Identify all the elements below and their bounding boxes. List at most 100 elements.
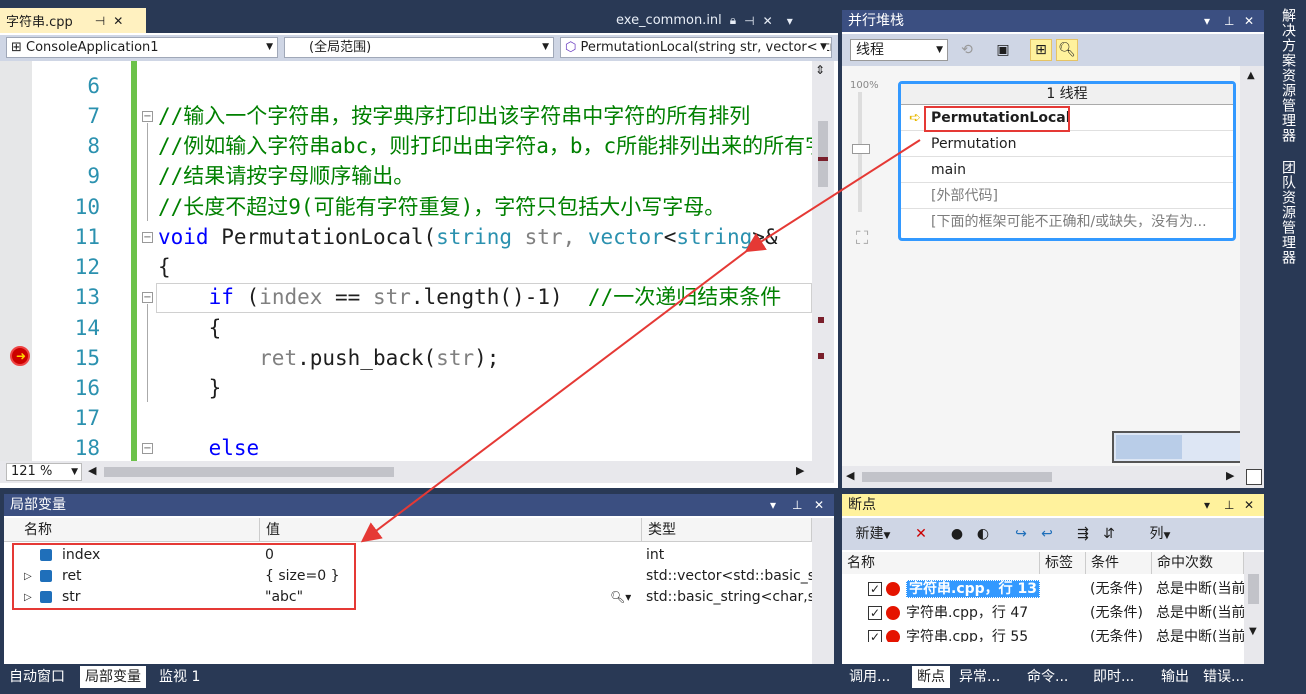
stack-frame[interactable]: main <box>901 157 1233 183</box>
fold-toggle[interactable]: − <box>142 232 153 243</box>
column-type[interactable]: 类型 <box>642 518 812 542</box>
minimap-viewport[interactable] <box>1116 435 1182 459</box>
function-combo[interactable]: ⬡ PermutationLocal(string str, vector<st… <box>560 37 832 58</box>
breakpoint-row[interactable]: ✓ 字符串.cpp，行 13 (无条件) 总是中断(当前 <box>842 578 1244 601</box>
tab-immediate[interactable]: 即时... <box>1088 666 1139 688</box>
editor-horizontal-scrollbar[interactable]: 121 % ▼ ◀ ▶ <box>0 461 834 483</box>
chevron-down-icon[interactable]: ▾ <box>770 494 776 516</box>
tab-call-stack[interactable]: 调用... <box>844 666 895 688</box>
team-explorer-tab[interactable]: 团队资源管理器 <box>1278 160 1298 265</box>
close-icon[interactable]: ✕ <box>814 494 824 516</box>
toggle-method-icon[interactable]: ⟲ <box>956 39 978 61</box>
chevron-down-icon[interactable]: ▾ <box>1204 494 1210 516</box>
column-labels[interactable]: 标签 <box>1040 552 1086 574</box>
close-icon[interactable]: ✕ <box>113 14 123 28</box>
columns-button[interactable]: 列▼ <box>1134 523 1186 545</box>
zoom-slider[interactable]: 100% ⛶ <box>846 80 880 272</box>
goto-disassembly-icon[interactable]: ↩ <box>1036 523 1058 545</box>
checkbox[interactable]: ✓ <box>868 582 882 596</box>
new-breakpoint-button[interactable]: 新建▼ <box>848 523 898 545</box>
delete-all-icon[interactable]: ● <box>946 523 968 545</box>
breakpoint-row[interactable]: ✓ 字符串.cpp，行 55 (无条件) 总是中断(当前 <box>842 626 1244 642</box>
scroll-right-icon[interactable]: ▶ <box>1226 469 1234 482</box>
locals-vertical-scrollbar[interactable] <box>812 518 834 664</box>
chevron-down-icon[interactable]: ▾ <box>787 14 793 28</box>
minimap[interactable] <box>1112 431 1244 463</box>
delete-icon[interactable]: ✕ <box>910 523 932 545</box>
fit-view-icon[interactable]: ⛶ <box>848 228 876 256</box>
tab-autos[interactable]: 自动窗口 <box>4 666 70 688</box>
column-name[interactable]: 名称 <box>842 552 1040 574</box>
breakpoints-vertical-scrollbar[interactable]: ▼ <box>1244 552 1264 664</box>
code-token: str <box>436 346 475 370</box>
fold-toggle[interactable]: − <box>142 111 153 122</box>
pin-icon[interactable]: ⊣ <box>744 14 754 28</box>
scroll-thumb[interactable] <box>1248 574 1259 604</box>
column-value[interactable]: 值 <box>260 518 642 542</box>
scroll-down-icon[interactable]: ▼ <box>1249 626 1257 637</box>
scroll-thumb[interactable] <box>818 121 828 187</box>
current-frame-arrow-icon: ➪ <box>909 110 921 126</box>
pin-icon[interactable]: ⊥ <box>1224 10 1234 32</box>
line-number: 6 <box>87 74 100 98</box>
tab-command[interactable]: 命令... <box>1022 666 1073 688</box>
fold-toggle[interactable]: − <box>142 443 153 454</box>
close-icon[interactable]: ✕ <box>1244 494 1254 516</box>
scroll-thumb[interactable] <box>862 472 1052 482</box>
pin-icon[interactable]: ⊥ <box>792 494 802 516</box>
minimap-toggle-icon[interactable] <box>1246 469 1262 485</box>
slider-thumb[interactable] <box>852 144 870 154</box>
indicator-margin[interactable] <box>0 61 32 461</box>
tab-breakpoints[interactable]: 断点 <box>912 666 950 688</box>
thread-combo[interactable]: 线程 ▼ <box>850 39 948 61</box>
stack-diagram[interactable]: 100% ⛶ 1 线程 ➪ PermutationLocal Permutatio… <box>842 66 1264 466</box>
chevron-down-icon[interactable]: ▾ <box>1204 10 1210 32</box>
scroll-left-icon[interactable]: ◀ <box>846 469 854 482</box>
tab-other-document[interactable]: exe_common.inl 🔒︎ ⊣ ✕ ▾ <box>610 8 836 33</box>
import-icon[interactable]: ⇵ <box>1098 523 1120 545</box>
thread-stack-box[interactable]: 1 线程 ➪ PermutationLocal Permutation main … <box>898 81 1236 241</box>
scope-combo[interactable]: (全局范围) ▼ <box>284 37 554 58</box>
scroll-right-icon[interactable]: ▶ <box>796 464 804 477</box>
pin-icon[interactable]: ⊥ <box>1224 494 1234 516</box>
close-icon[interactable]: ✕ <box>1244 10 1254 32</box>
code-area[interactable]: ➜ 5 6 7 8 9 10 11 12 13 14 15 16 17 18 −… <box>0 61 812 461</box>
tab-watch-1[interactable]: 监视 1 <box>154 666 205 688</box>
breakpoint-current-icon[interactable]: ➜ <box>10 346 30 366</box>
stack-view-icon[interactable]: ⊞ <box>1030 39 1052 61</box>
close-icon[interactable]: ✕ <box>763 14 773 28</box>
export-icon[interactable]: ⇶ <box>1072 523 1094 545</box>
scroll-left-icon[interactable]: ◀ <box>88 464 96 477</box>
pin-icon[interactable]: ⊣ <box>95 14 105 28</box>
visualizer-search-icon[interactable]: 🔍︎▾ <box>610 587 631 608</box>
stack-vertical-scrollbar[interactable]: ▲ <box>1240 66 1264 466</box>
editor-vertical-scrollbar[interactable]: ⇕ <box>812 61 834 461</box>
column-name[interactable]: 名称 <box>4 518 260 542</box>
tab-error-list[interactable]: 错误... <box>1198 666 1249 688</box>
tab-active-document[interactable]: 字符串.cpp ⊣ ✕ <box>0 8 146 33</box>
frame-label: [下面的框架可能不正确和/或缺失，没有为... <box>931 214 1207 230</box>
disable-all-icon[interactable]: ◐ <box>972 523 994 545</box>
column-hit-count[interactable]: 命中次数 <box>1152 552 1244 574</box>
stack-frame[interactable]: Permutation <box>901 131 1233 157</box>
scroll-thumb[interactable] <box>104 467 394 477</box>
checkbox[interactable]: ✓ <box>868 606 882 620</box>
zoom-combo[interactable]: 121 % ▼ <box>6 463 82 481</box>
scroll-up-icon[interactable]: ▲ <box>1247 70 1255 81</box>
window-icon[interactable]: ▣ <box>992 39 1014 61</box>
project-combo[interactable]: ⊞ ConsoleApplication1 ▼ <box>6 37 278 58</box>
tab-output[interactable]: 输出 <box>1156 666 1194 688</box>
stack-frame[interactable]: [外部代码] <box>901 183 1233 209</box>
solution-explorer-tab[interactable]: 解决方案资源管理器 <box>1278 8 1298 143</box>
breakpoint-row[interactable]: ✓ 字符串.cpp，行 47 (无条件) 总是中断(当前 <box>842 602 1244 625</box>
column-condition[interactable]: 条件 <box>1086 552 1152 574</box>
split-icon[interactable]: ⇕ <box>815 63 825 77</box>
zoom-individual-icon[interactable]: 🔍︎ <box>1056 39 1078 61</box>
tab-locals[interactable]: 局部变量 <box>80 666 146 688</box>
fold-toggle[interactable]: − <box>142 292 153 303</box>
goto-source-icon[interactable]: ↪ <box>1010 523 1032 545</box>
stack-frame[interactable]: [下面的框架可能不正确和/或缺失，没有为... <box>901 209 1233 235</box>
tab-exceptions[interactable]: 异常... <box>954 666 1005 688</box>
stack-horizontal-scrollbar[interactable]: ◀ ▶ <box>842 466 1264 488</box>
checkbox[interactable]: ✓ <box>868 630 882 642</box>
